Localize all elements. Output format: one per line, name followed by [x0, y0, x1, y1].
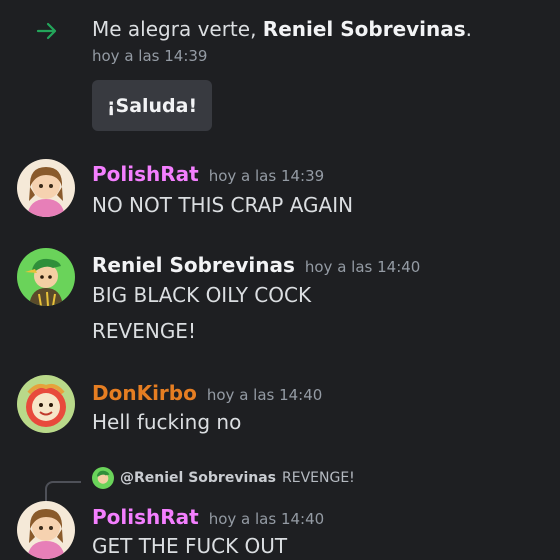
message-timestamp: hoy a las 14:40: [208, 510, 325, 528]
reply-mention[interactable]: @Reniel Sobrevinas: [120, 470, 276, 486]
user-avatar-icon: [17, 375, 75, 433]
user-avatar-icon: [17, 501, 75, 559]
avatar[interactable]: [17, 248, 75, 306]
message-author[interactable]: PolishRat hoy a las 14:39: [92, 162, 324, 186]
wave-button[interactable]: ¡Saluda!: [92, 80, 212, 131]
join-timestamp: hoy a las 14:39: [92, 47, 208, 65]
message-timestamp: hoy a las 14:40: [206, 386, 323, 404]
avatar[interactable]: [17, 375, 75, 433]
message-timestamp: hoy a las 14:40: [304, 258, 421, 276]
author-name[interactable]: Reniel Sobrevinas: [92, 253, 295, 277]
reply-quote: REVENGE!: [282, 470, 355, 486]
message-author[interactable]: Reniel Sobrevinas hoy a las 14:40: [92, 253, 420, 277]
join-arrow-icon: [36, 22, 57, 40]
join-message: Me alegra verte, Reniel Sobrevinas.: [92, 17, 472, 41]
message-text: GET THE FUCK OUT: [92, 534, 288, 558]
message-text: REVENGE!: [92, 319, 196, 343]
message-text: NO NOT THIS CRAP AGAIN: [92, 193, 354, 217]
author-name[interactable]: PolishRat: [92, 162, 199, 186]
user-avatar-icon: [92, 467, 114, 489]
author-name[interactable]: PolishRat: [92, 505, 199, 529]
join-suffix: .: [465, 17, 473, 41]
avatar[interactable]: [17, 501, 75, 559]
join-prefix: Me alegra verte,: [92, 17, 263, 41]
reply-reference[interactable]: @Reniel Sobrevinas REVENGE!: [92, 467, 355, 489]
author-name[interactable]: DonKirbo: [92, 381, 197, 405]
message-author[interactable]: PolishRat hoy a las 14:40: [92, 505, 324, 529]
user-avatar-icon: [17, 248, 75, 306]
reply-avatar: [92, 467, 114, 489]
user-avatar-icon: [17, 159, 75, 217]
message-author[interactable]: DonKirbo hoy a las 14:40: [92, 381, 322, 405]
avatar[interactable]: [17, 159, 75, 217]
message-text: BIG BLACK OILY COCK: [92, 283, 312, 307]
message-text: Hell fucking no: [92, 410, 242, 434]
join-username[interactable]: Reniel Sobrevinas: [263, 17, 466, 41]
message-timestamp: hoy a las 14:39: [208, 167, 325, 185]
